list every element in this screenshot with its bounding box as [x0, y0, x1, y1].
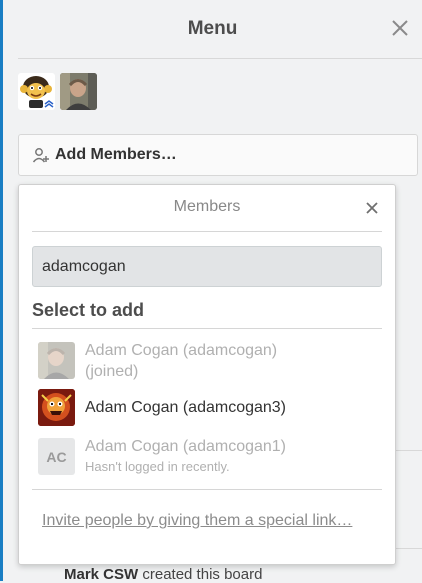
popover-divider	[32, 231, 382, 232]
popover-title: Members	[173, 198, 241, 215]
avatar-monkey[interactable]	[18, 73, 55, 110]
member-initials-avatar: AC	[38, 438, 75, 475]
header-divider	[18, 58, 422, 59]
member-search-input[interactable]	[32, 246, 382, 287]
add-person-icon	[32, 148, 49, 163]
member-name: Adam Cogan (adamcogan)	[85, 342, 278, 359]
menu-header: Menu	[3, 0, 422, 58]
board-member-avatars	[18, 73, 97, 110]
member-name: Adam Cogan (adamcogan1)	[85, 438, 287, 455]
popover-divider	[32, 489, 382, 490]
add-members-label: Add Members…	[55, 146, 177, 163]
member-name: Adam Cogan (adamcogan3)	[85, 399, 287, 416]
member-avatar	[38, 389, 75, 426]
menu-divider	[395, 450, 422, 451]
member-status: Hasn't logged in recently.	[85, 459, 230, 474]
section-divider	[32, 328, 382, 329]
member-result-row[interactable]: AC Adam Cogan (adamcogan1) Hasn't logged…	[32, 435, 382, 475]
close-icon[interactable]	[365, 201, 379, 215]
member-result-row[interactable]: Adam Cogan (adamcogan) (joined)	[32, 341, 382, 381]
member-result-row[interactable]: Adam Cogan (adamcogan3)	[32, 388, 382, 428]
menu-title: Menu	[187, 18, 238, 39]
activity-text: created this board	[142, 566, 263, 583]
invite-link[interactable]: Invite people by giving them a special l…	[42, 509, 372, 532]
member-avatar	[38, 342, 75, 379]
avatar-photo[interactable]	[60, 73, 97, 110]
board-edge	[0, 0, 3, 581]
activity-author[interactable]: Mark CSW	[64, 566, 138, 583]
close-icon[interactable]	[390, 18, 410, 38]
member-status: (joined)	[85, 363, 139, 380]
add-members-button[interactable]: Add Members…	[18, 134, 418, 176]
members-popover: Members Select to add Adam Cogan (adamco…	[18, 184, 396, 565]
menu-divider	[395, 548, 422, 549]
activity-item: Mark CSW created this board	[34, 566, 262, 583]
section-heading: Select to add	[32, 300, 145, 320]
